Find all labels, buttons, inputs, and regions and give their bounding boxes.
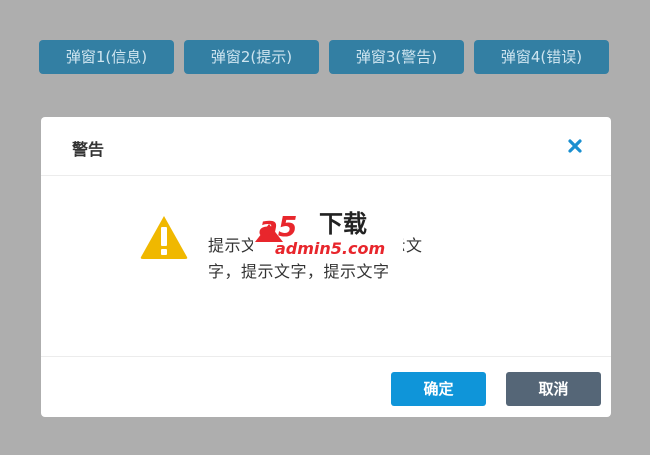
watermark-url: admin5.com — [275, 239, 385, 258]
dialog-header: 警告 — [41, 117, 611, 176]
warning-dialog: 警告 提示文字，提示文字，提示文 字，提示文字，提示文字 a5 下载 — [41, 117, 611, 417]
a5-watermark-logo: a5 下载 admin5.com — [253, 202, 403, 258]
cancel-button[interactable]: 取消 — [506, 372, 601, 406]
warning-icon — [139, 214, 189, 260]
open-warning-dialog-button[interactable]: 弹窗3(警告) — [329, 40, 464, 74]
open-info-dialog-button[interactable]: 弹窗1(信息) — [39, 40, 174, 74]
message-line-2: 字，提示文字，提示文字 — [208, 262, 390, 281]
open-error-dialog-button[interactable]: 弹窗4(错误) — [474, 40, 609, 74]
dialog-footer: 确定 取消 — [41, 356, 611, 417]
watermark-logo-suffix: 下载 — [319, 210, 367, 238]
close-icon[interactable] — [564, 135, 586, 157]
dialog-body: 提示文字，提示文字，提示文 字，提示文字，提示文字 a5 下载 admin5.c… — [41, 176, 611, 356]
dialog-title: 警告 — [72, 140, 105, 159]
demo-button-bar: 弹窗1(信息) 弹窗2(提示) 弹窗3(警告) 弹窗4(错误) — [0, 0, 650, 80]
open-hint-dialog-button[interactable]: 弹窗2(提示) — [184, 40, 319, 74]
confirm-button[interactable]: 确定 — [391, 372, 486, 406]
